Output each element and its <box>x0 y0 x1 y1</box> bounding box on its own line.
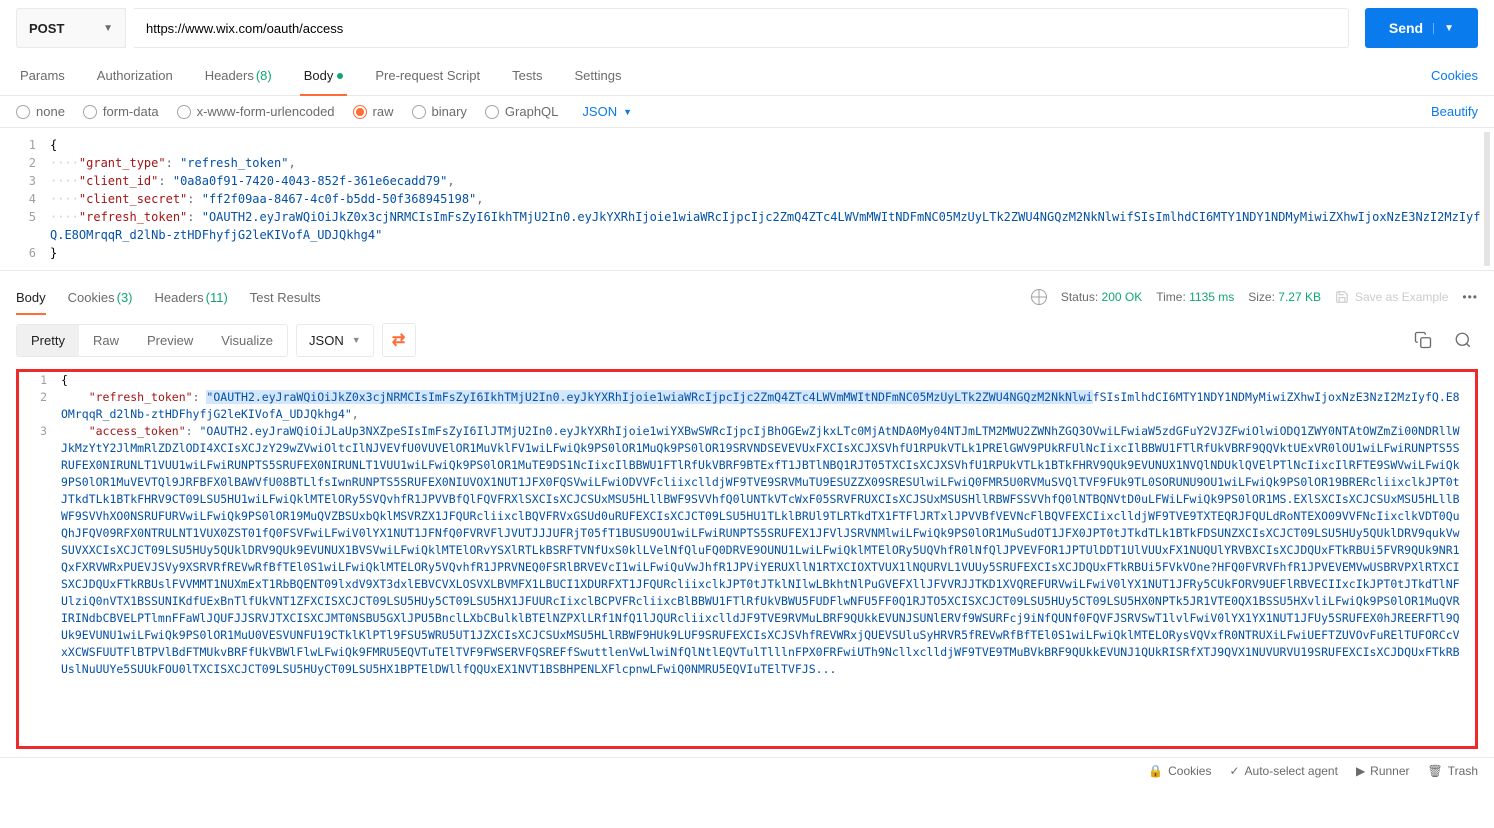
tab-authorization[interactable]: Authorization <box>93 56 177 95</box>
view-raw[interactable]: Raw <box>79 325 133 356</box>
chevron-down-icon: ▼ <box>103 23 113 34</box>
tab-body[interactable]: Body <box>300 56 348 95</box>
chevron-down-icon[interactable]: ▼ <box>1433 23 1454 34</box>
more-options[interactable]: ••• <box>1462 290 1478 304</box>
body-type-none[interactable]: none <box>16 104 65 119</box>
footer-runner[interactable]: ▶ Runner <box>1356 764 1410 778</box>
response-tab-headers[interactable]: Headers (11) <box>155 279 228 315</box>
save-icon <box>1335 290 1349 304</box>
chevron-down-icon: ▼ <box>623 107 632 117</box>
view-pretty[interactable]: Pretty <box>17 325 79 356</box>
footer-autoselect[interactable]: ✓ Auto-select agent <box>1229 764 1337 778</box>
method-select[interactable]: POST ▼ <box>16 8 126 48</box>
body-type-graphql[interactable]: GraphQL <box>485 104 558 119</box>
globe-icon[interactable] <box>1031 289 1047 305</box>
tab-settings[interactable]: Settings <box>570 56 625 95</box>
status-label: Status: 200 OK <box>1061 290 1142 304</box>
save-as-example: Save as Example <box>1335 290 1448 304</box>
footer-cookies[interactable]: 🔒 Cookies <box>1148 764 1211 778</box>
url-input[interactable] <box>134 8 1349 48</box>
radio-icon <box>353 105 367 119</box>
view-visualize[interactable]: Visualize <box>207 325 287 356</box>
size-label: Size: 7.27 KB <box>1248 290 1321 304</box>
tab-prerequest[interactable]: Pre-request Script <box>371 56 484 95</box>
radio-icon <box>412 105 426 119</box>
chevron-down-icon: ▼ <box>352 335 361 345</box>
body-type-urlencoded[interactable]: x-www-form-urlencoded <box>177 104 335 119</box>
body-type-formdata[interactable]: form-data <box>83 104 159 119</box>
modified-dot-icon <box>337 73 343 79</box>
tab-headers[interactable]: Headers (8) <box>201 56 276 95</box>
body-type-binary[interactable]: binary <box>412 104 467 119</box>
wrap-lines-button[interactable]: ⇄ <box>382 323 416 357</box>
view-preview[interactable]: Preview <box>133 325 207 356</box>
response-tab-cookies[interactable]: Cookies (3) <box>68 279 133 315</box>
time-label: Time: 1135 ms <box>1156 290 1234 304</box>
beautify-button[interactable]: Beautify <box>1431 104 1478 119</box>
radio-icon <box>485 105 499 119</box>
response-tab-testresults[interactable]: Test Results <box>250 279 321 315</box>
tab-params[interactable]: Params <box>16 56 69 95</box>
body-type-raw[interactable]: raw <box>353 104 394 119</box>
response-tab-body[interactable]: Body <box>16 279 46 315</box>
response-type-select[interactable]: JSON▼ <box>296 324 374 357</box>
copy-icon[interactable] <box>1408 325 1438 355</box>
footer-trash[interactable]: 🗑 Trash <box>1428 764 1478 778</box>
request-body-editor[interactable]: 1{2····"grant_type": "refresh_token",3··… <box>0 128 1494 271</box>
fold-indicator <box>1484 132 1490 266</box>
method-value: POST <box>29 21 64 36</box>
send-button[interactable]: Send ▼ <box>1365 8 1478 48</box>
tab-tests[interactable]: Tests <box>508 56 546 95</box>
radio-icon <box>177 105 191 119</box>
response-view-mode: Pretty Raw Preview Visualize <box>16 324 288 357</box>
cookies-link[interactable]: Cookies <box>1431 68 1478 83</box>
response-body-viewer[interactable]: 1{2 "refresh_token": "OAUTH2.eyJraWQiOiJ… <box>16 369 1478 749</box>
radio-icon <box>83 105 97 119</box>
radio-icon <box>16 105 30 119</box>
raw-type-select[interactable]: JSON▼ <box>576 104 638 119</box>
search-icon[interactable] <box>1448 325 1478 355</box>
